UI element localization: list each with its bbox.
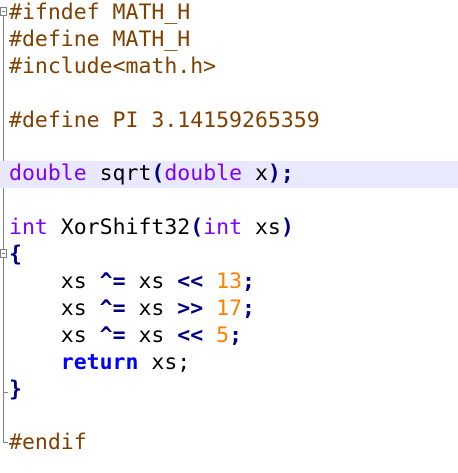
open-paren: ( [190,215,204,241]
function-name: XorShift32 [47,215,191,241]
xor-assign-operator: ^= [99,295,126,321]
code-line-10[interactable]: { [0,242,458,269]
type-keyword: double [9,161,87,187]
code-line-15[interactable]: } [0,377,458,404]
code-line-17[interactable]: #endif [0,430,458,457]
shift-operator: >> [177,295,204,321]
open-brace: { [9,242,22,268]
macro-definition: PI 3.14159265359 [99,107,320,133]
type-keyword: double [164,161,243,187]
open-paren: ( [151,161,165,187]
variable: xs [125,322,178,348]
variable: xs [125,269,178,294]
xor-assign-operator: ^= [99,322,126,348]
preprocessor-directive: #include [9,53,113,79]
code-line-5[interactable]: #define PI 3.14159265359 [0,108,458,135]
close-brace: } [9,376,22,402]
variable: xs [60,322,100,348]
variable: xs [125,295,178,321]
macro-name: MATH_H [99,0,191,25]
return-expression: xs; [138,349,191,375]
code-line-2[interactable]: #define MATH_H [0,27,458,54]
code-line-13[interactable]: xs ^= xs << 5; [0,323,458,350]
number-literal: 5 [216,322,230,348]
close-paren: ) [280,215,294,241]
code-line-7-current[interactable]: double sqrt(double x); [0,161,458,189]
type-keyword: int [9,215,48,241]
preprocessor-directive: #define [9,26,100,52]
return-keyword: return [60,349,139,375]
code-line-1[interactable]: #ifndef MATH_H [0,0,458,27]
semicolon: ; [242,295,255,321]
semicolon: ; [242,269,255,294]
shift-operator: << [177,322,204,348]
code-editor[interactable]: #ifndef MATH_H #define MATH_H #include<m… [0,0,458,473]
code-line-14[interactable]: return xs; [0,350,458,377]
xor-assign-operator: ^= [99,269,126,294]
shift-operator: << [177,269,204,294]
code-line-8[interactable] [0,188,458,215]
variable: xs [60,269,100,294]
include-path: <math.h> [112,53,217,79]
parameter-name: xs [242,215,281,241]
number-literal: 13 [216,269,243,294]
code-line-6[interactable] [0,135,458,162]
code-line-11[interactable]: xs ^= xs << 13; [0,269,458,296]
close-paren: ) [267,161,281,187]
semicolon: ; [229,322,243,348]
code-line-4[interactable] [0,81,458,108]
code-line-12[interactable]: xs ^= xs >> 17; [0,296,458,323]
code-line-16[interactable] [0,404,458,431]
macro-name: MATH_H [99,26,191,52]
number-literal: 17 [216,295,243,321]
code-line-9[interactable]: int XorShift32(int xs) [0,215,458,242]
type-keyword: int [203,215,243,241]
preprocessor-directive: #endif [9,430,87,456]
parameter-name: x [242,161,268,187]
semicolon: ; [280,161,294,187]
preprocessor-directive: #ifndef [9,0,100,25]
code-line-3[interactable]: #include<math.h> [0,54,458,81]
function-name: sqrt [86,161,152,187]
variable: xs [60,295,100,321]
preprocessor-directive: #define [9,107,100,133]
